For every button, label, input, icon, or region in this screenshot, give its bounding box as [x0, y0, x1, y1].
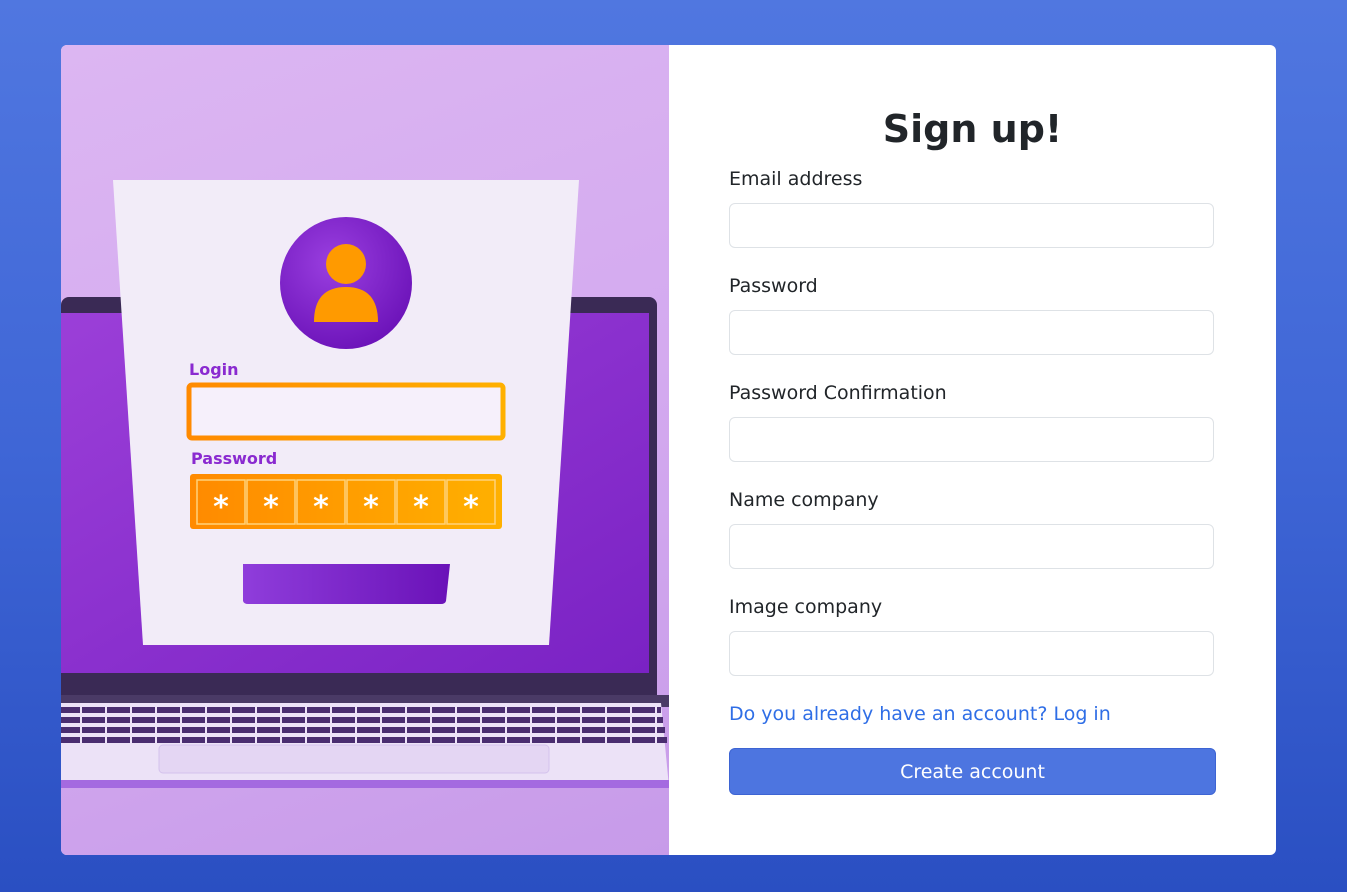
- illustration-button: [243, 564, 450, 604]
- login-link[interactable]: Do you already have an account? Log in: [729, 703, 1111, 725]
- company-name-label: Name company: [729, 489, 879, 511]
- svg-text:*: *: [313, 490, 329, 525]
- company-image-label: Image company: [729, 596, 883, 618]
- svg-text:*: *: [413, 490, 429, 525]
- illustration-password-label: Password: [191, 449, 277, 468]
- illustration-login-field: [186, 382, 506, 441]
- company-image-field[interactable]: [729, 631, 1214, 676]
- password-confirmation-label: Password Confirmation: [729, 382, 947, 404]
- email-label: Email address: [729, 168, 863, 190]
- create-account-button[interactable]: Create account: [729, 748, 1216, 795]
- company-name-field[interactable]: [729, 524, 1214, 569]
- trackpad: [158, 744, 550, 774]
- svg-text:*: *: [363, 490, 379, 525]
- svg-text:*: *: [213, 490, 229, 525]
- password-confirmation-field[interactable]: [729, 417, 1214, 462]
- email-field[interactable]: [729, 203, 1214, 248]
- illustration-login-label: Login: [189, 360, 239, 379]
- signup-card: Login Password * * * * * * Sign up! Emai…: [61, 45, 1276, 855]
- svg-text:*: *: [463, 490, 479, 525]
- password-label: Password: [729, 275, 818, 297]
- illustration-password-field: [190, 474, 502, 529]
- login-illustration: Login Password * * * * * *: [61, 45, 669, 855]
- password-field[interactable]: [729, 310, 1214, 355]
- laptop-login-illustration: Login Password * * * * * *: [61, 180, 669, 788]
- svg-text:*: *: [263, 490, 279, 525]
- page-title: Sign up!: [882, 107, 1063, 151]
